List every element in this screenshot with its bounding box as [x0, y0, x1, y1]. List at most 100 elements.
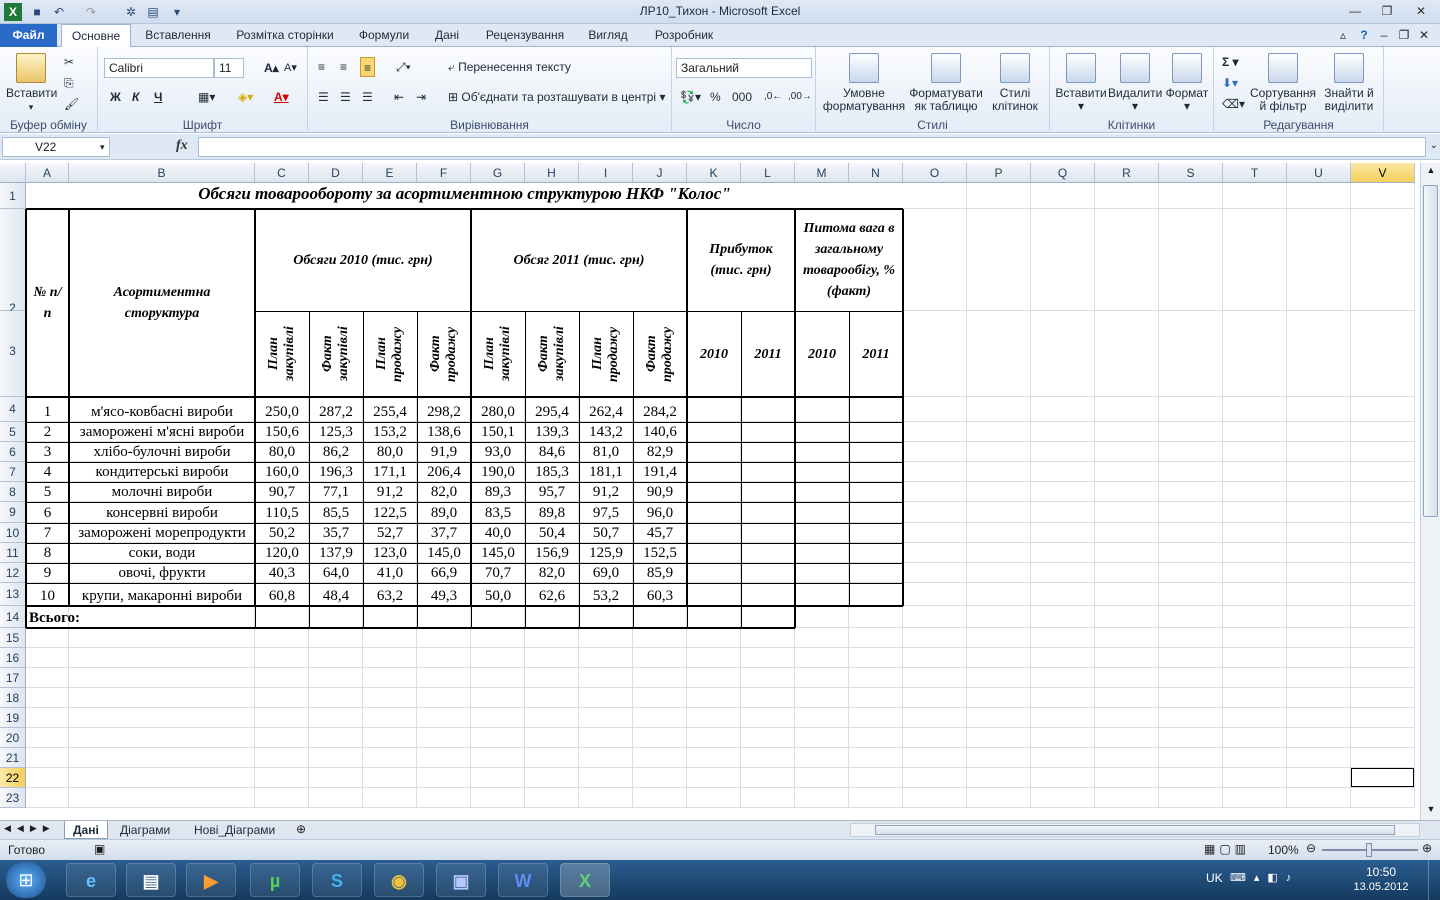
new-sheet-icon[interactable]: ⊕	[296, 822, 306, 836]
column-header-b[interactable]: B	[69, 163, 255, 183]
sort-filter-button[interactable]: Сортування й фільтр	[1250, 53, 1316, 113]
column-header-i[interactable]: I	[579, 163, 633, 183]
column-header-s[interactable]: S	[1159, 163, 1223, 183]
cut-icon[interactable]: ✂	[64, 52, 74, 72]
worksheet-grid[interactable]: A B C D E F G H I J K L M N O P Q R S T U V 1 2 3 4 5 6 7 8 9 10 11 12 13 1…	[0, 163, 1420, 820]
explorer-icon[interactable]: ▤	[126, 863, 176, 897]
column-header-k[interactable]: K	[687, 163, 741, 183]
insert-cells-button[interactable]: Вставити ▾	[1054, 53, 1108, 113]
column-header-t[interactable]: T	[1223, 163, 1287, 183]
italic-button[interactable]: К	[132, 87, 139, 107]
column-header-o[interactable]: O	[903, 163, 967, 183]
insert-function-button[interactable]: fx	[176, 138, 188, 154]
row-header-11[interactable]: 11	[0, 543, 26, 563]
zoom-slider-thumb[interactable]	[1366, 843, 1372, 857]
row-header-2[interactable]: 2	[0, 209, 26, 314]
chrome-icon[interactable]: ◉	[374, 863, 424, 897]
name-box-dropdown-icon[interactable]: ▾	[100, 142, 105, 153]
align-middle-icon[interactable]: ≡	[340, 57, 347, 77]
column-header-u[interactable]: U	[1287, 163, 1351, 183]
tab-developer[interactable]: Розробник	[642, 24, 726, 47]
orientation-icon[interactable]: ⤢▾	[396, 57, 411, 77]
formula-input[interactable]	[198, 137, 1426, 157]
fill-color-icon[interactable]: ◈▾	[238, 87, 253, 107]
row-header-13[interactable]: 13	[0, 583, 26, 606]
column-header-p[interactable]: P	[967, 163, 1031, 183]
row-header-4[interactable]: 4	[0, 397, 26, 422]
accounting-icon[interactable]: 💱▾	[680, 87, 701, 107]
excel-taskbar-icon[interactable]: X	[560, 863, 610, 897]
row-header-18[interactable]: 18	[0, 688, 26, 708]
sheet-tab-dani[interactable]: Дані	[64, 821, 108, 839]
show-desktop-button[interactable]	[1428, 860, 1440, 900]
column-header-n[interactable]: N	[849, 163, 903, 183]
row-header-12[interactable]: 12	[0, 563, 26, 583]
wb-minimize-icon[interactable]: –	[1374, 24, 1394, 47]
hscroll-thumb[interactable]	[875, 825, 1395, 835]
copy-icon[interactable]: ⎘	[64, 73, 74, 93]
delete-cells-button[interactable]: Видалити ▾	[1108, 53, 1162, 113]
column-header-g[interactable]: G	[471, 163, 525, 183]
wb-restore-icon[interactable]: ❐	[1394, 24, 1414, 47]
borders-icon[interactable]: ▦▾	[198, 87, 215, 107]
underline-button[interactable]: Ч	[154, 87, 162, 107]
ie-icon[interactable]: e	[66, 863, 116, 897]
comma-style-icon[interactable]: 000	[732, 87, 752, 107]
percent-icon[interactable]: %	[710, 87, 721, 107]
restore-button[interactable]: ❐	[1374, 3, 1400, 20]
word-icon[interactable]: W	[498, 863, 548, 897]
align-top-icon[interactable]: ≡	[318, 57, 325, 77]
row-header-22[interactable]: 22	[0, 768, 26, 788]
tab-formulas[interactable]: Формули	[350, 24, 418, 47]
wrap-text-button[interactable]: ⤶ Перенесення тексту	[448, 57, 571, 77]
sheet-tab-diagrams[interactable]: Діаграми	[112, 821, 178, 839]
column-header-c[interactable]: C	[255, 163, 309, 183]
paste-button[interactable]: Вставити ▾	[6, 53, 57, 114]
clear-icon[interactable]: ⌫▾	[1222, 94, 1245, 114]
horizontal-scrollbar[interactable]	[850, 823, 1420, 837]
shrink-font-icon[interactable]: A▾	[284, 58, 297, 78]
align-center-icon[interactable]: ☰	[340, 87, 351, 107]
tab-page-layout[interactable]: Розмітка сторінки	[226, 24, 344, 47]
row-header-23[interactable]: 23	[0, 788, 26, 808]
row-header-16[interactable]: 16	[0, 648, 26, 668]
row-header-7[interactable]: 7	[0, 462, 26, 482]
increase-decimal-icon[interactable]: ,0←	[764, 87, 782, 107]
align-right-icon[interactable]: ☰	[362, 87, 373, 107]
fill-icon[interactable]: ⬇▾	[1222, 73, 1238, 93]
format-as-table-button[interactable]: Форматувати як таблицю	[908, 53, 984, 113]
tab-review[interactable]: Рецензування	[476, 24, 574, 47]
column-header-d[interactable]: D	[309, 163, 363, 183]
save-app-icon[interactable]: ▣	[436, 863, 486, 897]
cell-styles-button[interactable]: Стилі клітинок	[984, 53, 1046, 113]
clock-time[interactable]: 10:50	[1356, 865, 1406, 879]
skype-icon[interactable]: S	[312, 863, 362, 897]
font-color-icon[interactable]: A▾	[274, 87, 289, 107]
selected-cell[interactable]	[1350, 767, 1415, 788]
row-header-8[interactable]: 8	[0, 482, 26, 502]
minimize-ribbon-icon[interactable]: ▵	[1333, 24, 1353, 47]
font-name-select[interactable]: Calibri	[104, 58, 214, 78]
grow-font-icon[interactable]: A▴	[264, 58, 279, 78]
align-left-icon[interactable]: ☰	[318, 87, 329, 107]
decrease-decimal-icon[interactable]: ,00→	[788, 87, 812, 107]
tab-file[interactable]: Файл	[0, 24, 57, 47]
row-header-19[interactable]: 19	[0, 708, 26, 728]
format-painter-icon[interactable]: 🖌	[64, 94, 79, 114]
merge-center-button[interactable]: ⊞ Об'єднати та розташувати в центрі ▾	[448, 87, 665, 107]
bold-button[interactable]: Ж	[110, 87, 121, 107]
scroll-thumb[interactable]	[1423, 185, 1438, 517]
tray-icons[interactable]: ⌨▴◧♪	[1230, 871, 1299, 884]
conditional-formatting-button[interactable]: Умовне форматування	[820, 53, 908, 113]
increase-indent-icon[interactable]: ⇥	[416, 87, 426, 107]
align-bottom-icon[interactable]: ≡	[360, 57, 376, 77]
column-header-v[interactable]: V	[1351, 163, 1415, 183]
font-size-select[interactable]: 11	[214, 58, 244, 78]
start-button[interactable]: ⊞	[6, 862, 46, 898]
row-header-10[interactable]: 10	[0, 523, 26, 543]
zoom-level[interactable]: 100%	[1268, 843, 1299, 857]
row-header-15[interactable]: 15	[0, 628, 26, 648]
scroll-down-icon[interactable]: ▼	[1424, 804, 1438, 818]
wb-close-icon[interactable]: ✕	[1414, 24, 1434, 47]
row-header-3[interactable]: 3	[0, 311, 26, 397]
